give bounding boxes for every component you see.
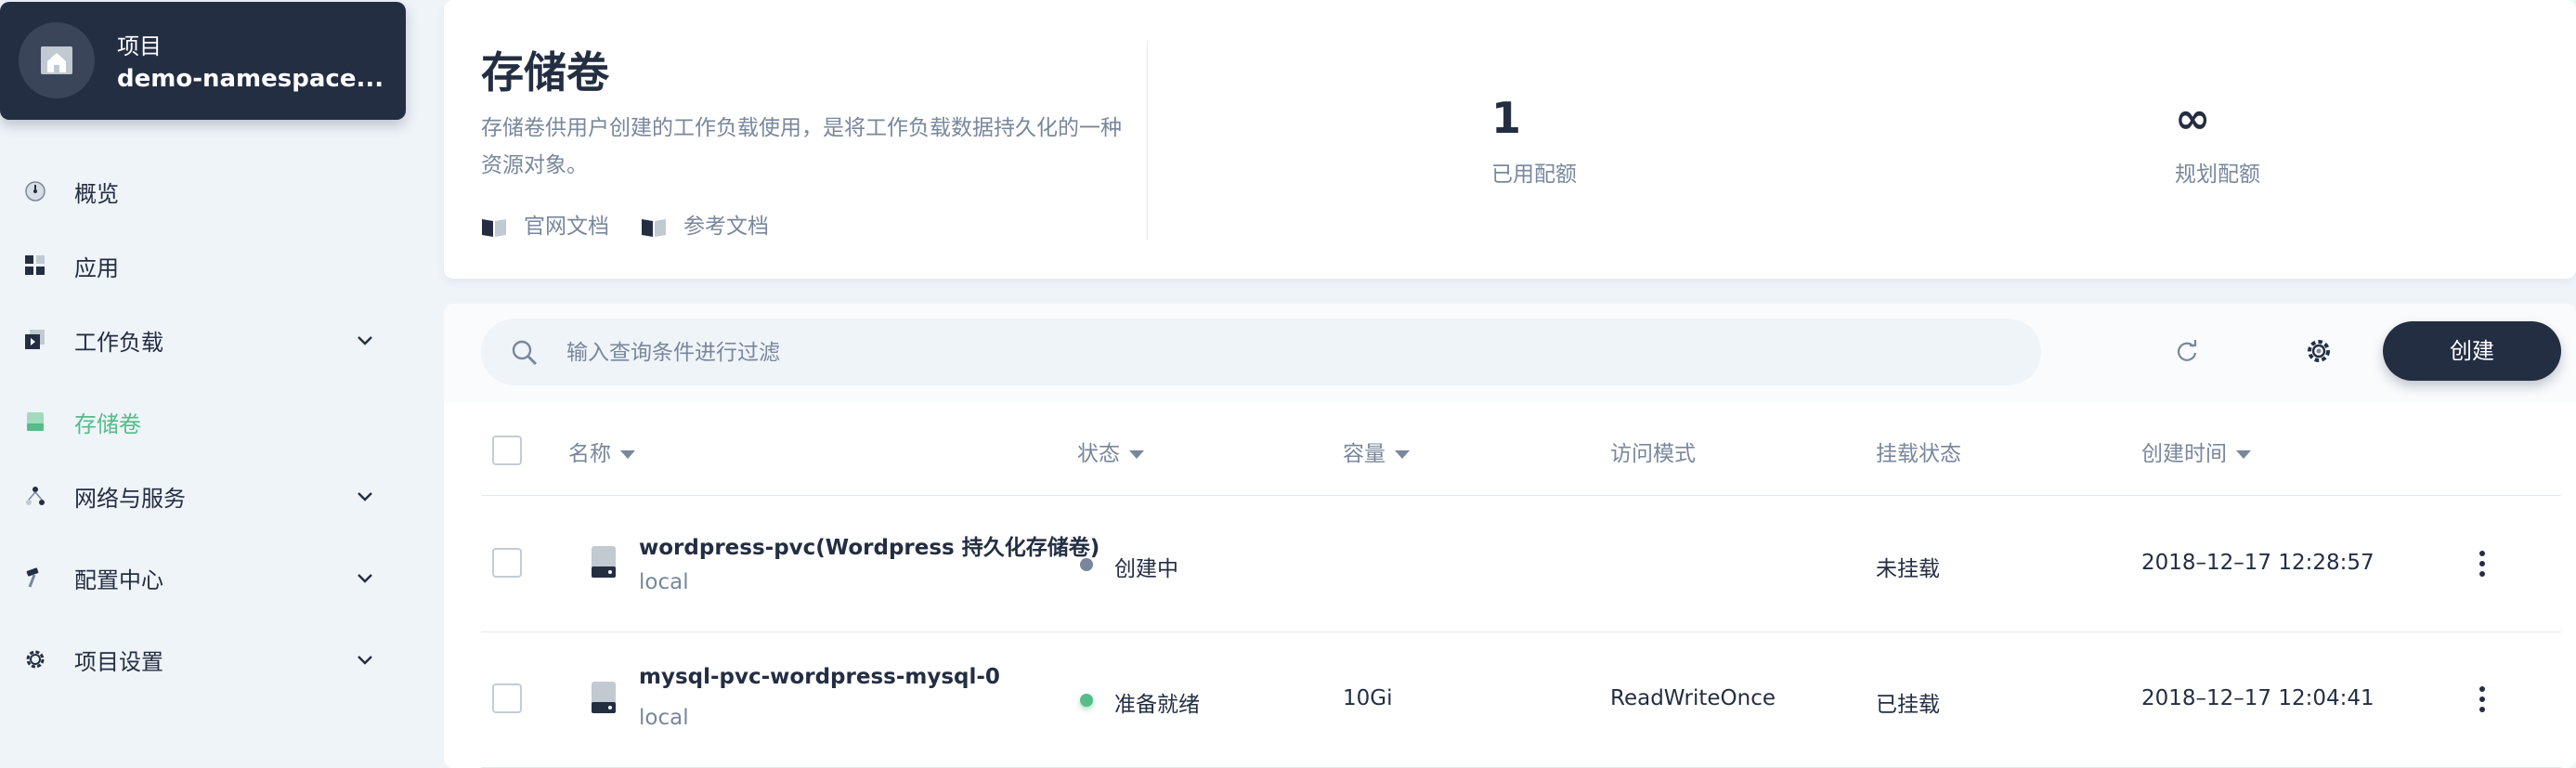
volume-mount-status: 已挂载 <box>1876 693 1940 717</box>
official-docs-label: 官网文档 <box>524 215 609 239</box>
network-icon <box>26 487 45 505</box>
column-header-access-mode: 访问模式 <box>1610 442 1696 466</box>
chevron-down-icon <box>358 336 372 345</box>
sort-caret-icon <box>2236 450 2251 459</box>
sidebar-item-project-settings[interactable]: 项目设置 <box>0 631 406 686</box>
project-selector[interactable]: 项目 demo-namespace... <box>0 2 406 120</box>
row-checkbox[interactable] <box>492 548 522 578</box>
sidebar-item-label: 存储卷 <box>74 411 141 437</box>
quota-used-label: 已用配额 <box>1491 163 1577 187</box>
table-row[interactable]: mysql-pvc-wordpress-mysql-0 local 准备就绪 1… <box>481 631 2561 768</box>
quota-plan-label: 规划配额 <box>2175 163 2260 187</box>
storage-icon <box>27 412 44 431</box>
volume-capacity: 10Gi <box>1343 686 1393 710</box>
status-ready-dot <box>1080 694 1093 707</box>
sidebar-item-label: 网络与服务 <box>74 486 186 512</box>
sidebar-item-config[interactable]: 配置中心 <box>0 549 406 605</box>
book-icon <box>482 218 506 237</box>
sidebar-item-network[interactable]: 网络与服务 <box>0 467 406 523</box>
column-header-mount-status: 挂载状态 <box>1876 442 1961 466</box>
search-box[interactable] <box>481 319 2041 385</box>
official-docs-link[interactable]: 官网文档 <box>481 208 609 240</box>
volume-disk-icon <box>592 546 616 578</box>
row-checkbox[interactable] <box>492 683 522 713</box>
sidebar-item-apps[interactable]: 应用 <box>0 237 406 293</box>
chevron-down-icon <box>358 492 372 501</box>
page-title: 存储卷 <box>481 47 609 98</box>
table-row[interactable]: wordpress-pvc(Wordpress 持久化存储卷) local 创建… <box>481 496 2561 632</box>
search-icon <box>512 340 538 366</box>
workload-icon <box>25 330 45 349</box>
row-more-menu-icon[interactable] <box>2473 547 2491 580</box>
book-icon <box>642 218 666 237</box>
quota-plan-value: ∞ <box>2175 93 2211 143</box>
reference-docs-label: 参考文档 <box>683 215 769 239</box>
column-header-capacity[interactable]: 容量 <box>1343 436 1410 467</box>
table-toolbar: 创建 <box>444 304 2576 402</box>
select-all-checkbox[interactable] <box>492 436 522 465</box>
volume-storage-class: local <box>639 570 689 594</box>
row-more-menu-icon[interactable] <box>2473 683 2491 716</box>
sort-caret-icon <box>1129 450 1144 459</box>
project-avatar <box>19 22 95 98</box>
column-header-created[interactable]: 创建时间 <box>2141 436 2251 467</box>
sidebar-item-workloads[interactable]: 工作负载 <box>0 311 406 367</box>
project-house-icon <box>41 46 72 74</box>
gear-icon <box>26 650 45 669</box>
volume-mount-status: 未挂载 <box>1876 557 1940 581</box>
sort-caret-icon <box>1395 450 1410 459</box>
reference-docs-link[interactable]: 参考文档 <box>641 208 769 240</box>
apps-grid-icon <box>25 255 45 275</box>
volume-name[interactable]: wordpress-pvc(Wordpress 持久化存储卷) <box>639 529 1099 561</box>
sidebar-item-label: 工作负载 <box>74 330 163 356</box>
project-name: demo-namespace... <box>117 65 384 93</box>
volume-created-time: 2018–12–17 12:28:57 <box>2141 551 2374 575</box>
sidebar-item-storage[interactable]: 存储卷 <box>0 393 406 449</box>
volume-name[interactable]: mysql-pvc-wordpress-mysql-0 <box>639 665 1000 689</box>
chevron-down-icon <box>358 574 372 583</box>
volume-disk-icon <box>592 682 616 713</box>
page-description: 存储卷供用户创建的工作负载使用，是将工作负载数据持久化的一种资源对象。 <box>481 116 1122 177</box>
quota-used-value: 1 <box>1491 93 1522 143</box>
status-pending-dot <box>1080 558 1093 571</box>
table-header: 名称 状态 容量 访问模式 挂载状态 创建时间 <box>481 402 2561 496</box>
volume-status: 准备就绪 <box>1114 693 1200 717</box>
column-header-status[interactable]: 状态 <box>1077 436 1144 467</box>
column-header-name[interactable]: 名称 <box>568 436 635 467</box>
volume-status: 创建中 <box>1114 557 1178 581</box>
hammer-icon <box>26 567 39 588</box>
sidebar-item-label: 项目设置 <box>74 649 163 675</box>
sidebar-item-overview[interactable]: 概览 <box>0 163 406 218</box>
sort-caret-icon <box>620 450 635 459</box>
search-input[interactable] <box>565 332 2017 374</box>
page-header: 存储卷 存储卷供用户创建的工作负载使用，是将工作负载数据持久化的一种资源对象。 … <box>444 0 2576 279</box>
refresh-icon[interactable] <box>2173 337 2201 365</box>
volume-access-mode: ReadWriteOnce <box>1610 686 1776 710</box>
volume-created-time: 2018–12–17 12:04:41 <box>2141 686 2374 710</box>
settings-gear-icon[interactable] <box>2305 337 2333 365</box>
sidebar-item-label: 配置中心 <box>74 567 163 593</box>
header-divider <box>1147 41 1148 240</box>
volume-table-card: 创建 名称 状态 容量 访问模式 挂载状态 创建时间 wordpress-pvc… <box>444 304 2576 768</box>
dashboard-icon <box>25 181 46 202</box>
chevron-down-icon <box>358 656 372 665</box>
create-button[interactable]: 创建 <box>2383 321 2561 381</box>
sidebar-item-label: 概览 <box>74 181 119 207</box>
project-type-label: 项目 <box>117 33 162 59</box>
volume-storage-class: local <box>639 706 689 730</box>
sidebar-item-label: 应用 <box>74 255 119 281</box>
